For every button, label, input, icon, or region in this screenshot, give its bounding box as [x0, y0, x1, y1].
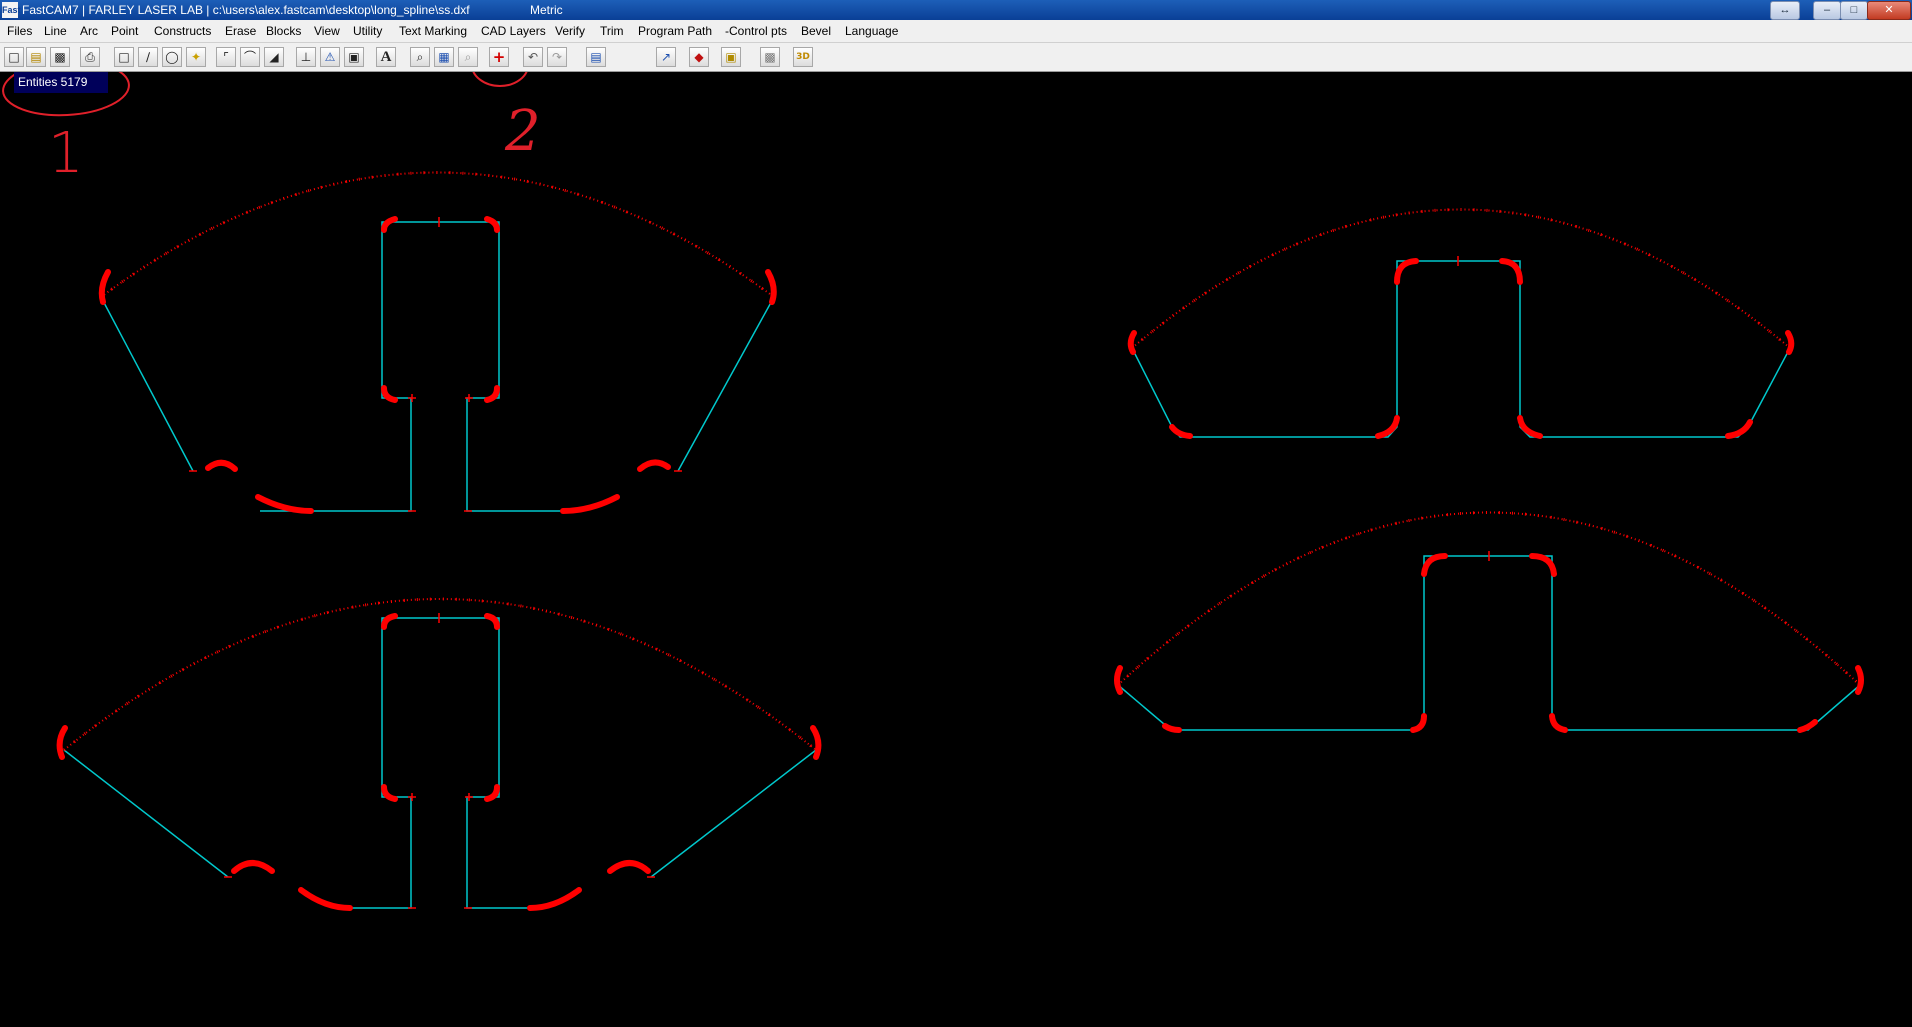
part-2-lines — [63, 617, 817, 909]
redo-icon[interactable]: ↷ — [547, 47, 567, 67]
menu-verify[interactable]: Verify — [555, 24, 585, 38]
annotation-label-2: 2 — [504, 99, 541, 164]
menu-point[interactable]: Point — [111, 24, 138, 38]
fillet-arcs — [56, 216, 1864, 911]
restore-arrows-icon[interactable]: ↔ — [1770, 1, 1800, 20]
fastcam-app-icon: Fast — [2, 2, 21, 18]
menu-program-path[interactable]: Program Path — [638, 24, 712, 38]
menu-text-marking[interactable]: Text Marking — [399, 24, 467, 38]
dimension-icon[interactable]: ⊥ — [296, 47, 316, 67]
annotation-label-1: 1 — [48, 121, 84, 186]
chart-icon[interactable]: ▤ — [586, 47, 606, 67]
part-3-lines — [1131, 260, 1791, 438]
maximize-icon[interactable]: □ — [1840, 1, 1868, 20]
zoom-fit-icon[interactable]: ▦ — [434, 47, 454, 67]
zoom-window-icon[interactable]: ⌕ — [410, 47, 430, 67]
menu-blocks[interactable]: Blocks — [266, 24, 301, 38]
menu-cad-layers[interactable]: CAD Layers — [481, 24, 546, 38]
menu-line[interactable]: Line — [44, 24, 67, 38]
menu-trim[interactable]: Trim — [600, 24, 624, 38]
part-3-fillets — [1127, 258, 1795, 439]
line-icon[interactable]: ∕ — [138, 47, 158, 67]
path-icon[interactable]: ↗ — [656, 47, 676, 67]
menu-bevel[interactable]: Bevel — [801, 24, 831, 38]
menu-language[interactable]: Language — [845, 24, 898, 38]
minimize-icon[interactable]: – — [1813, 1, 1841, 20]
rectangle-icon[interactable]: □ — [114, 47, 134, 67]
title-bar: Fast FastCAM7 | FARLEY LASER LAB | c:\us… — [0, 0, 1912, 20]
entity-endpoint-markers — [189, 217, 1490, 909]
drawing-canvas[interactable]: 1 2 — [0, 72, 1912, 1027]
part-1-top-spline-ticks — [100, 171, 775, 299]
menu-control-pts[interactable]: -Control pts — [725, 24, 787, 38]
menu-constructs[interactable]: Constructs — [154, 24, 211, 38]
save-icon[interactable]: ▩ — [50, 47, 70, 67]
menu-erase[interactable]: Erase — [225, 24, 256, 38]
close-icon[interactable]: ✕ — [1867, 1, 1911, 20]
menu-view[interactable]: View — [314, 24, 340, 38]
toolbar: □ ▤ ▩ ⎙ □ ∕ ◯ ✦ ⌜ ⌒ ◢ ⊥ ⚠ ▣ A ⌕ ▦ ⌕ + ↶ … — [0, 43, 1912, 72]
part-2-top-spline-ticks — [63, 597, 817, 752]
part-4-lines — [1117, 555, 1861, 731]
new-file-icon[interactable]: □ — [4, 47, 24, 67]
part-4-top-spline — [1117, 511, 1861, 686]
part-4-top-spline-ticks — [1116, 511, 1862, 687]
circle-icon[interactable]: ◯ — [162, 47, 182, 67]
point-icon[interactable]: ✦ — [186, 47, 206, 67]
polyline-icon[interactable]: ⌜ — [216, 47, 236, 67]
menu-arc[interactable]: Arc — [80, 24, 98, 38]
menu-files[interactable]: Files — [7, 24, 32, 38]
menu-bar: Files Line Arc Point Constructs Erase Bl… — [0, 20, 1912, 43]
part-2-fillets — [56, 613, 822, 911]
part-1-markers — [189, 217, 682, 512]
part-1-lines — [100, 221, 775, 512]
window-title: FastCAM7 | FARLEY LASER LAB | c:\users\a… — [22, 3, 470, 17]
trim-icon[interactable]: ⚠ — [320, 47, 340, 67]
part-2-top-spline — [63, 598, 817, 751]
line-entities — [63, 221, 1861, 909]
nest-icon[interactable]: ▣ — [721, 47, 741, 67]
add-point-icon[interactable]: + — [489, 47, 509, 67]
part-3-top-spline — [1131, 208, 1791, 349]
verify-icon[interactable]: ◆ — [689, 47, 709, 67]
arc-entities — [63, 171, 1862, 752]
part-2-markers — [224, 613, 655, 909]
layers-icon[interactable]: ▩ — [760, 47, 780, 67]
print-icon[interactable]: ⎙ — [80, 47, 100, 67]
block-icon[interactable]: ▣ — [344, 47, 364, 67]
entities-count-badge: Entities 5179 — [14, 72, 108, 93]
units-indicator: Metric — [530, 3, 563, 17]
part-1-fillets — [98, 216, 777, 514]
zoom-previous-icon[interactable]: ⌕ — [458, 47, 478, 67]
shade-icon[interactable]: ◢ — [264, 47, 284, 67]
menu-utility[interactable]: Utility — [353, 24, 382, 38]
annotation-circle-add-point — [472, 72, 528, 87]
undo-icon[interactable]: ↶ — [523, 47, 543, 67]
fillet-icon[interactable]: ⌒ — [240, 47, 260, 67]
open-folder-icon[interactable]: ▤ — [26, 47, 46, 67]
text-tool-icon[interactable]: A — [376, 47, 396, 67]
part-4-fillets — [1114, 553, 1864, 733]
part-3-top-spline-ticks — [1131, 208, 1791, 350]
3d-view-icon[interactable]: 3D — [793, 47, 813, 67]
